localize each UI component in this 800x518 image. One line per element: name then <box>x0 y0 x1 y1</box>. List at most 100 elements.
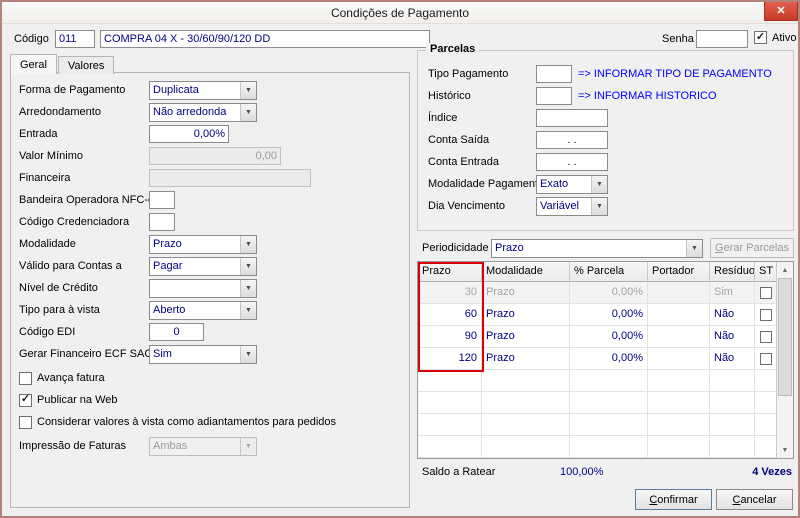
arredondamento-value: Não arredonda <box>153 105 227 118</box>
parcelas-group-title: Parcelas <box>426 43 480 55</box>
modalidade-pagamento-select[interactable]: Exato ▼ <box>536 174 608 194</box>
codigo-edi-input[interactable] <box>149 323 204 341</box>
forma-pagamento-value: Duplicata <box>153 83 199 96</box>
st-checkbox[interactable] <box>759 286 772 299</box>
field-conta-saida: Conta Saída <box>418 129 793 151</box>
tipo-pagamento-input[interactable] <box>536 65 572 83</box>
indice-input[interactable] <box>536 109 608 127</box>
avanca-fatura-checkbox[interactable]: Avança fatura <box>19 371 105 385</box>
grid-row[interactable]: 60 Prazo 0,00% Não <box>418 304 776 326</box>
valor-minimo-input <box>149 147 281 165</box>
cancelar-button[interactable]: Cancelar <box>716 489 793 510</box>
historico-input[interactable] <box>536 87 572 105</box>
cell-parcela: 0,00% <box>570 282 648 304</box>
field-dia-vencimento: Dia Vencimento Variável ▼ <box>418 195 793 217</box>
nivel-credito-label: Nível de Crédito <box>19 282 98 294</box>
publicar-web-checkbox[interactable]: ✓ Publicar na Web <box>19 393 118 407</box>
field-tipo-vista: Tipo para à vista Aberto ▼ <box>11 299 409 321</box>
publicar-web-box: ✓ <box>19 393 32 407</box>
tipo-vista-label: Tipo para à vista <box>19 304 100 316</box>
tab-geral[interactable]: Geral <box>10 54 57 74</box>
gerar-financeiro-select[interactable]: Sim ▼ <box>149 344 257 364</box>
cell-residuo: Sim <box>710 282 755 304</box>
parcelas-group: Parcelas Tipo Pagamento => INFORMAR TIPO… <box>417 43 794 231</box>
gerar-parcelas-button: Gerar Parcelas <box>710 238 794 258</box>
dia-vencimento-select[interactable]: Variável ▼ <box>536 196 608 216</box>
field-financeira: Financeira <box>11 167 409 189</box>
indice-label: Índice <box>428 112 458 124</box>
arredondamento-select[interactable]: Não arredonda ▼ <box>149 102 257 122</box>
field-arredondamento: Arredondamento Não arredonda ▼ <box>11 101 409 123</box>
valor-minimo-label: Valor Mínimo <box>19 150 83 162</box>
grid-empty-row[interactable] <box>418 414 776 436</box>
conta-entrada-input[interactable] <box>536 153 608 171</box>
nivel-credito-select[interactable]: ▼ <box>149 278 257 298</box>
modalidade-select[interactable]: Prazo ▼ <box>149 234 257 254</box>
financeira-label: Financeira <box>19 172 71 184</box>
cell-portador <box>648 282 710 304</box>
saldo-ratear-label: Saldo a Ratear <box>422 466 496 478</box>
tab-valores[interactable]: Valores <box>57 56 115 74</box>
bandeira-operadora-input[interactable] <box>149 191 175 209</box>
nivel-credito-value <box>150 280 240 297</box>
cell-modalidade: Prazo <box>482 282 570 304</box>
st-checkbox[interactable] <box>759 352 772 365</box>
forma-pagamento-select[interactable]: Duplicata ▼ <box>149 80 257 100</box>
column-header-portador[interactable]: Portador <box>648 262 710 282</box>
scroll-thumb[interactable] <box>778 278 792 396</box>
codigo-credenciadora-input[interactable] <box>149 213 175 231</box>
scroll-up-button[interactable]: ▲ <box>777 262 793 278</box>
periodicidade-select[interactable]: Prazo ▼ <box>491 238 703 258</box>
column-header-modalidade[interactable]: Modalidade <box>482 262 570 282</box>
ativo-checkbox[interactable]: ✓ Ativo <box>754 31 796 44</box>
scroll-track[interactable] <box>777 278 793 442</box>
cell-residuo: Não <box>710 326 755 348</box>
column-header-prazo[interactable]: Prazo <box>418 262 482 282</box>
conta-saida-input[interactable] <box>536 131 608 149</box>
tipo-vista-select[interactable]: Aberto ▼ <box>149 300 257 320</box>
chevron-down-icon: ▼ <box>686 239 702 257</box>
column-header-parcela[interactable]: % Parcela <box>570 262 648 282</box>
descricao-input[interactable] <box>100 30 430 48</box>
field-modalidade-pagamento: Modalidade Pagamento Exato ▼ <box>418 173 793 195</box>
grid-empty-row[interactable] <box>418 392 776 414</box>
check-icon: ✓ <box>755 30 766 43</box>
column-header-residuo[interactable]: Resíduo <box>710 262 755 282</box>
tab-strip: Geral Valores <box>10 53 115 74</box>
cell-modalidade: Prazo <box>482 304 570 326</box>
field-codigo-edi: Código EDI <box>11 321 409 343</box>
codigo-input[interactable] <box>55 30 95 48</box>
scroll-down-icon: ▼ <box>781 446 789 454</box>
column-header-st[interactable]: ST <box>755 262 776 282</box>
grid-empty-row[interactable] <box>418 436 776 458</box>
ativo-checkbox-box: ✓ <box>754 31 767 44</box>
impressao-faturas-select: Ambas ▼ <box>149 436 257 456</box>
grid-empty-row[interactable] <box>418 370 776 392</box>
confirmar-button[interactable]: Confirmar <box>635 489 712 510</box>
modalidade-pagamento-label: Modalidade Pagamento <box>428 178 545 190</box>
conta-saida-label: Conta Saída <box>428 134 490 146</box>
grid-scrollbar[interactable]: ▲ ▼ <box>776 262 793 458</box>
st-checkbox[interactable] <box>759 308 772 321</box>
entrada-input[interactable] <box>149 125 229 143</box>
grid-row[interactable]: 30 Prazo 0,00% Sim <box>418 282 776 304</box>
field-valido-contas: Válido para Contas a Pagar ▼ <box>11 255 409 277</box>
scroll-down-button[interactable]: ▼ <box>777 442 793 458</box>
valido-contas-value: Pagar <box>153 259 183 272</box>
cell-prazo: 90 <box>418 326 482 348</box>
field-entrada: Entrada <box>11 123 409 145</box>
senha-input[interactable] <box>696 30 748 48</box>
considerar-adiantamentos-checkbox[interactable]: Considerar valores à vista como adiantam… <box>19 415 336 429</box>
grid-row[interactable]: 120 Prazo 0,00% Não <box>418 348 776 370</box>
field-bandeira-operadora: Bandeira Operadora NFC-e <box>11 189 409 211</box>
grid-row[interactable]: 90 Prazo 0,00% Não <box>418 326 776 348</box>
cell-residuo: Não <box>710 304 755 326</box>
close-button[interactable]: ✕ <box>764 2 798 21</box>
avanca-fatura-box <box>19 371 32 385</box>
valido-contas-select[interactable]: Pagar ▼ <box>149 256 257 276</box>
cell-residuo: Não <box>710 348 755 370</box>
cancelar-label: Cancelar <box>732 493 777 506</box>
st-checkbox[interactable] <box>759 330 772 343</box>
saldo-row: Saldo a Ratear 100,00% 4 Vezes <box>417 464 794 480</box>
chevron-down-icon: ▼ <box>240 235 256 253</box>
